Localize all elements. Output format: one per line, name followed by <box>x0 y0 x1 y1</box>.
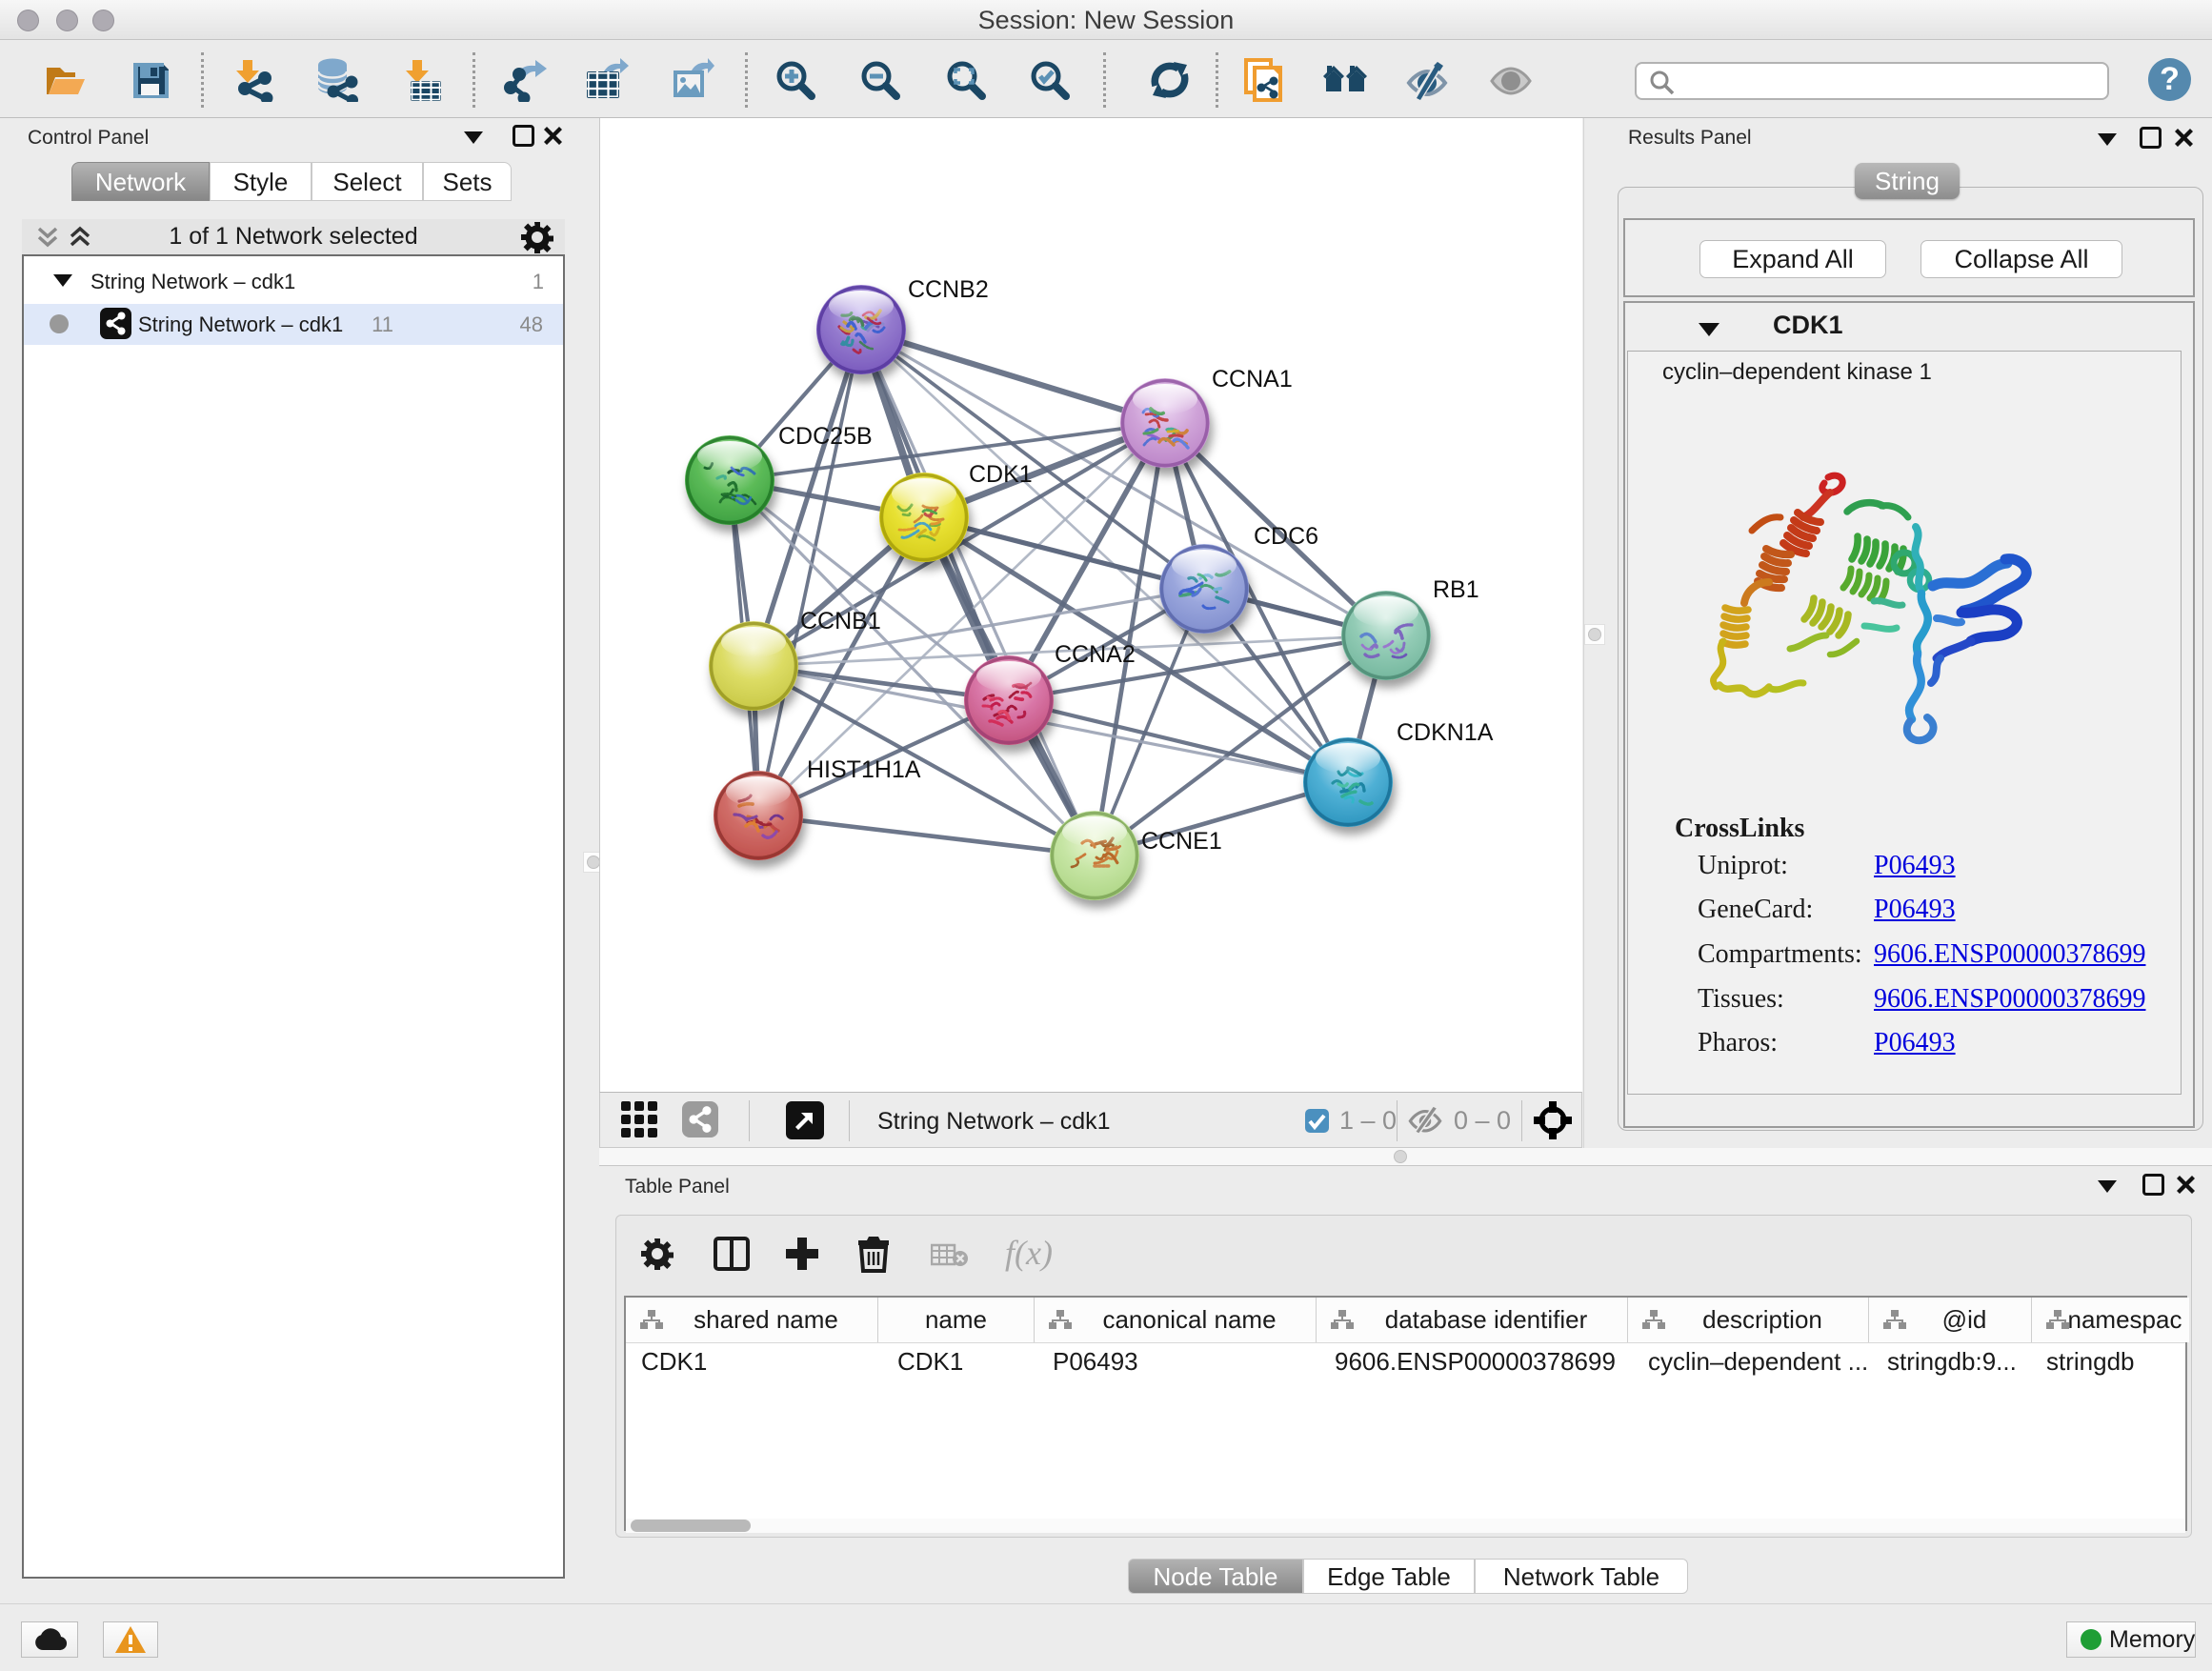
svg-text:CDKN1A: CDKN1A <box>1397 719 1494 746</box>
svg-text:RB1: RB1 <box>1433 576 1479 603</box>
svg-text:CDC25B: CDC25B <box>778 423 873 450</box>
svg-text:CCNA2: CCNA2 <box>1055 641 1136 668</box>
svg-text:CCNA1: CCNA1 <box>1212 366 1293 393</box>
svg-text:CDC6: CDC6 <box>1254 523 1318 550</box>
svg-text:CDK1: CDK1 <box>969 461 1033 488</box>
svg-text:CCNB2: CCNB2 <box>908 276 989 303</box>
svg-text:HIST1H1A: HIST1H1A <box>807 756 921 783</box>
svg-text:CCNE1: CCNE1 <box>1141 828 1222 855</box>
svg-text:CCNB1: CCNB1 <box>800 608 881 634</box>
